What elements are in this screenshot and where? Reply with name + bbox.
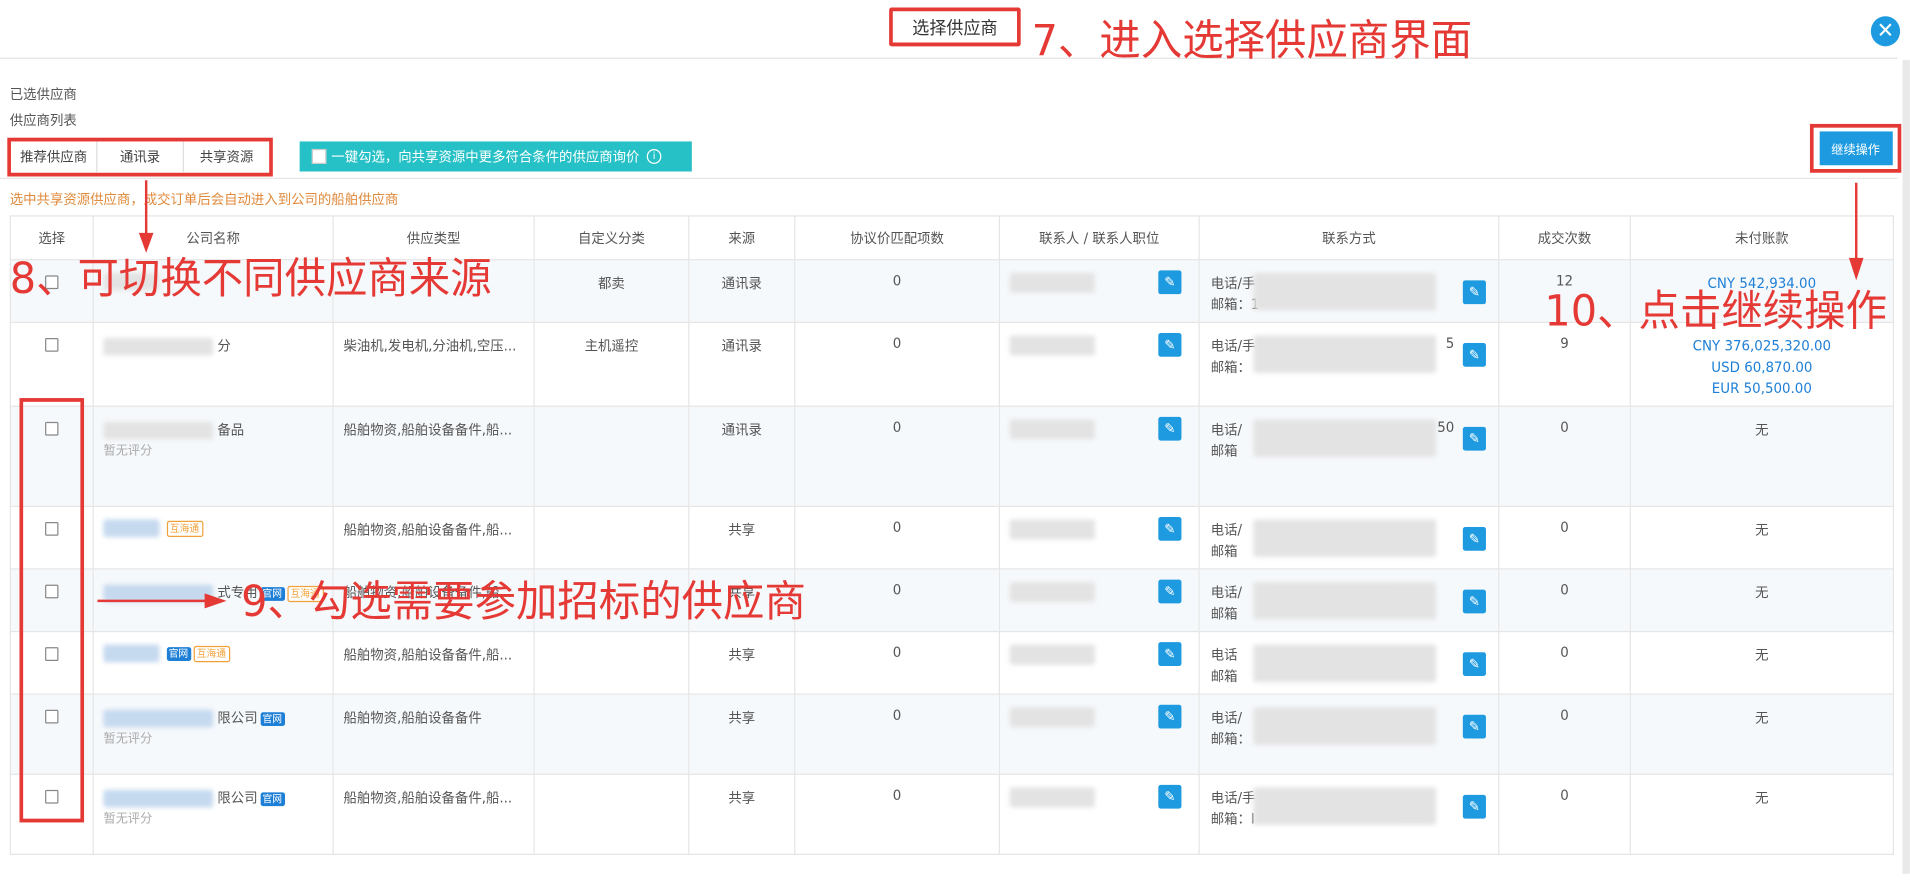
annotation-arrows <box>97 180 1864 609</box>
annotation-step7: 7、进入选择供应商界面 <box>1031 16 1473 67</box>
annotation-step9: 9、勾选需要参加招标的供应商 <box>241 577 806 628</box>
annotation-step10: 10、点击继续操作 <box>1544 286 1888 337</box>
annotation-step8: 8、可切换不同供应商来源 <box>9 254 492 305</box>
